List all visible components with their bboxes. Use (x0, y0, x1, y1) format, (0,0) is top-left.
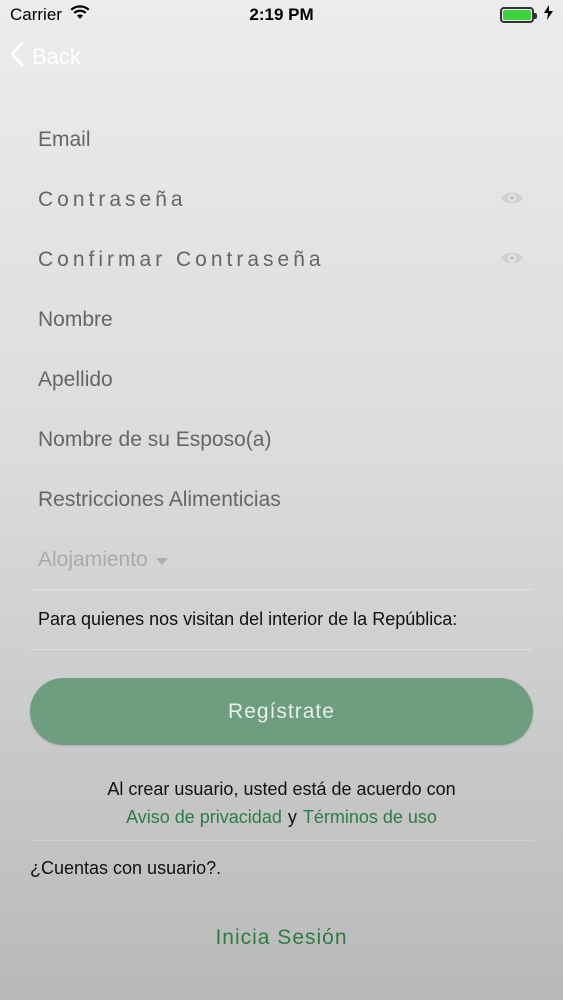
legal-conjunction: y (287, 806, 297, 827)
charging-icon (544, 5, 553, 25)
chevron-left-icon (10, 41, 24, 73)
first-name-placeholder: Nombre (38, 308, 113, 331)
account-question: ¿Cuentas con usuario?. (30, 858, 222, 878)
lodging-note: Para quienes nos visitan del interior de… (30, 590, 532, 650)
lodging-placeholder: Alojamiento (38, 547, 148, 571)
email-field[interactable]: Email (30, 110, 532, 170)
confirm-password-field[interactable]: Confirmar Contraseña (30, 230, 532, 290)
terms-link[interactable]: Términos de uso (303, 807, 437, 828)
first-name-field[interactable]: Nombre (30, 290, 532, 350)
lodging-dropdown[interactable]: Alojamiento (30, 530, 532, 590)
status-right (500, 5, 553, 25)
status-bar: Carrier 2:19 PM (0, 0, 563, 30)
dietary-restrictions-placeholder: Restricciones Alimenticias (38, 488, 281, 511)
last-name-field[interactable]: Apellido (30, 350, 532, 410)
confirm-password-placeholder: Confirmar Contraseña (38, 248, 325, 271)
spouse-name-placeholder: Nombre de su Esposo(a) (38, 428, 272, 451)
caret-down-icon (155, 548, 168, 572)
password-placeholder: Contraseña (38, 188, 187, 211)
carrier-label: Carrier (10, 5, 62, 24)
legal-line: Al crear usuario, usted está de acuerdo … (107, 778, 456, 799)
registration-form: Email Contraseña Confirmar Contraseña No… (30, 110, 532, 650)
wifi-icon (70, 5, 90, 25)
divider (30, 840, 533, 841)
battery-icon (500, 7, 537, 23)
last-name-placeholder: Apellido (38, 368, 113, 391)
spouse-name-field[interactable]: Nombre de su Esposo(a) (30, 410, 532, 470)
privacy-link[interactable]: Aviso de privacidad (126, 807, 282, 828)
eye-icon[interactable] (500, 188, 524, 212)
status-left: Carrier (10, 5, 90, 25)
password-field[interactable]: Contraseña (30, 170, 532, 230)
login-button[interactable]: Inicia Sesión (30, 905, 533, 971)
email-placeholder: Email (38, 128, 91, 151)
back-button[interactable]: Back (10, 40, 81, 74)
legal-notice: Al crear usuario, usted está de acuerdo … (30, 775, 533, 831)
dietary-restrictions-field[interactable]: Restricciones Alimenticias (30, 470, 532, 530)
eye-icon[interactable] (500, 248, 524, 272)
register-button[interactable]: Regístrate (30, 678, 533, 745)
back-label: Back (32, 44, 81, 69)
